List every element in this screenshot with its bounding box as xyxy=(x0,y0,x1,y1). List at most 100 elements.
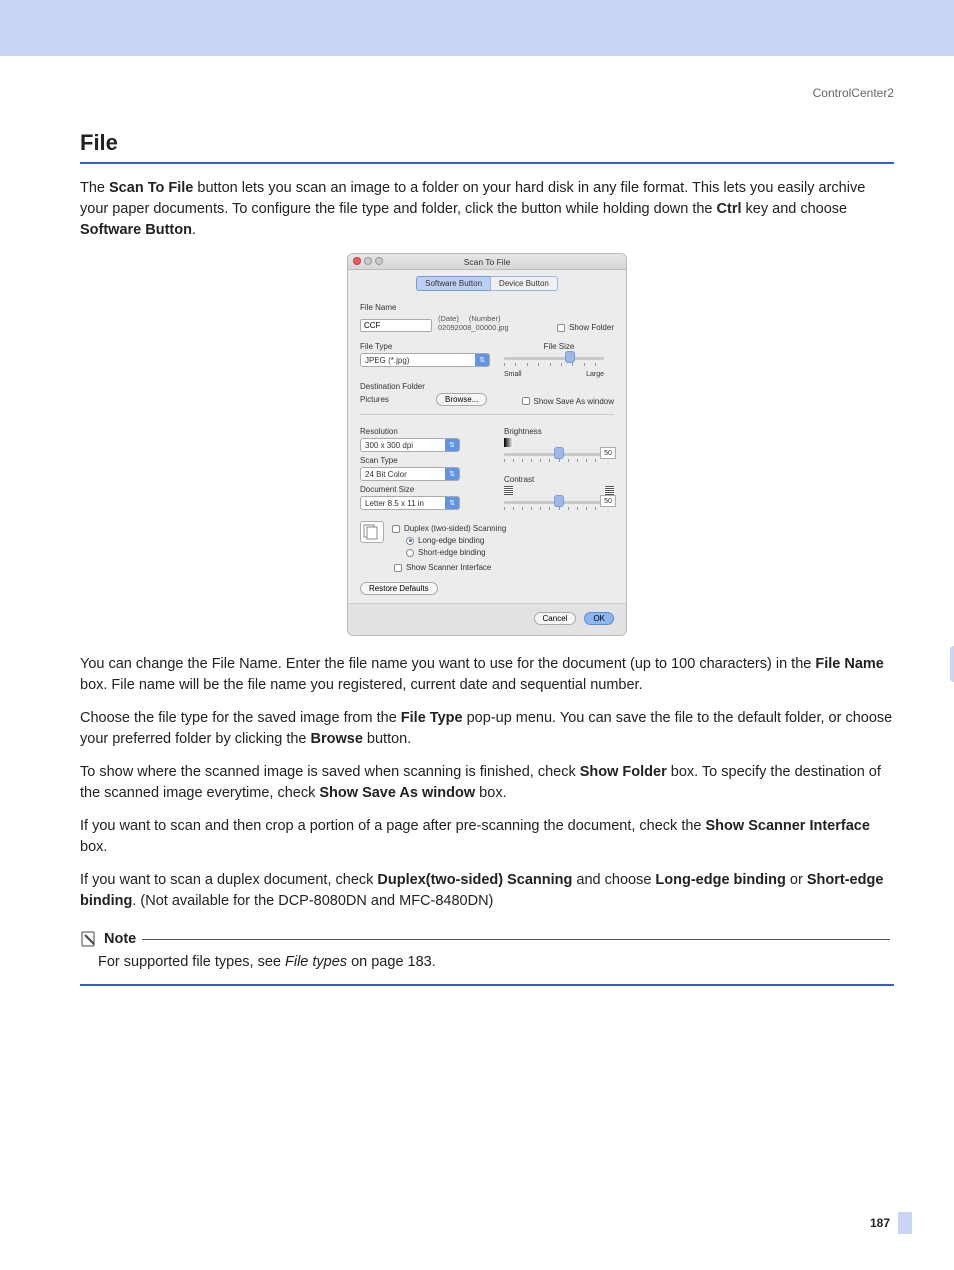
note-icon xyxy=(80,930,98,948)
checkbox-icon xyxy=(522,397,530,405)
duplex-checkbox[interactable]: Duplex (two-sided) Scanning xyxy=(392,524,506,533)
bold: File Type xyxy=(401,710,463,726)
top-band xyxy=(0,0,954,56)
short-edge-radio[interactable]: Short-edge binding xyxy=(406,548,506,557)
bold: File Name xyxy=(815,656,884,672)
text: and choose xyxy=(572,872,655,888)
dialog-titlebar: Scan To File xyxy=(348,254,626,270)
duplex-label: Duplex (two-sided) Scanning xyxy=(404,524,506,533)
document-size-label: Document Size xyxy=(360,485,492,494)
resolution-select[interactable]: 300 x 300 dpi ⇅ xyxy=(360,438,460,452)
text: You can change the File Name. Enter the … xyxy=(80,656,815,672)
text: To show where the scanned image is saved… xyxy=(80,764,580,780)
contrast-high-icon xyxy=(605,486,614,495)
text: on page 183. xyxy=(347,954,436,970)
tab-device-button[interactable]: Device Button xyxy=(490,276,558,291)
page-content: ControlCenter2 File The Scan To File but… xyxy=(0,56,954,1270)
bold: Show Folder xyxy=(580,764,667,780)
close-icon[interactable] xyxy=(353,257,361,265)
tab-row: Software Button Device Button xyxy=(348,270,626,293)
title-rule xyxy=(80,162,894,164)
document-size-select[interactable]: Letter 8.5 x 11 in ⇅ xyxy=(360,496,460,510)
brightness-label: Brightness xyxy=(504,427,614,436)
note-body: For supported file types, see File types… xyxy=(98,954,894,970)
text: box. xyxy=(80,839,107,855)
file-name-label: File Name xyxy=(360,303,614,312)
contrast-label: Contrast xyxy=(504,475,614,484)
file-size-small-label: Small xyxy=(504,371,522,378)
file-size-label: File Size xyxy=(504,342,614,351)
document-size-value: Letter 8.5 x 11 in xyxy=(365,499,424,508)
text: . xyxy=(192,222,196,238)
contrast-value: 50 xyxy=(600,495,616,507)
bold: Ctrl xyxy=(717,201,742,217)
header-app-name: ControlCenter2 xyxy=(80,86,894,100)
bold: Duplex(two-sided) Scanning xyxy=(377,872,572,888)
dialog-footer: Cancel OK xyxy=(348,603,626,635)
dialog-screenshot: Scan To File Software Button Device Butt… xyxy=(80,253,894,636)
chevron-updown-icon: ⇅ xyxy=(445,468,459,480)
show-scanner-interface-label: Show Scanner Interface xyxy=(406,563,491,572)
resolution-label: Resolution xyxy=(360,427,492,436)
restore-defaults-button[interactable]: Restore Defaults xyxy=(360,582,438,595)
filename-example: 02092008_00000.jpg xyxy=(438,323,509,332)
paragraph-filename: You can change the File Name. Enter the … xyxy=(80,654,894,696)
page-number: 187 xyxy=(80,1216,894,1230)
brightness-value: 50 xyxy=(600,447,616,459)
note-title: Note xyxy=(104,931,136,947)
show-save-as-checkbox[interactable]: Show Save As window xyxy=(522,397,615,406)
chapter-tab: 10 xyxy=(950,646,954,682)
text: or xyxy=(786,872,807,888)
resolution-value: 300 x 300 dpi xyxy=(365,441,413,450)
cancel-button[interactable]: Cancel xyxy=(534,612,577,625)
checkbox-icon xyxy=(394,564,402,572)
text: box. xyxy=(475,785,506,801)
contrast-low-icon xyxy=(504,486,513,495)
paragraph-intro: The Scan To File button lets you scan an… xyxy=(80,178,894,241)
paragraph-filetype: Choose the file type for the saved image… xyxy=(80,708,894,750)
italic-reference: File types xyxy=(285,954,347,970)
long-edge-label: Long-edge binding xyxy=(418,536,484,545)
file-name-input[interactable] xyxy=(360,319,432,332)
dest-folder-label: Destination Folder xyxy=(360,382,614,391)
duplex-icon xyxy=(360,521,384,543)
paragraph-showfolder: To show where the scanned image is saved… xyxy=(80,762,894,804)
brightness-slider[interactable]: 50 xyxy=(504,449,614,465)
scan-to-file-dialog: Scan To File Software Button Device Butt… xyxy=(347,253,627,636)
text: button. xyxy=(363,731,411,747)
radio-icon xyxy=(406,537,414,545)
file-type-label: File Type xyxy=(360,342,492,351)
scan-type-label: Scan Type xyxy=(360,456,492,465)
text: key and choose xyxy=(742,201,848,217)
text: box. File name will be the file name you… xyxy=(80,677,643,693)
radio-icon xyxy=(406,549,414,557)
bold: Show Scanner Interface xyxy=(706,818,870,834)
chevron-updown-icon: ⇅ xyxy=(445,497,459,509)
text: . (Not available for the DCP-8080DN and … xyxy=(132,893,493,909)
scan-type-select[interactable]: 24 Bit Color ⇅ xyxy=(360,467,460,481)
long-edge-radio[interactable]: Long-edge binding xyxy=(406,536,506,545)
contrast-slider[interactable]: 50 xyxy=(504,497,614,513)
checkbox-icon xyxy=(392,525,400,533)
checkbox-icon xyxy=(557,324,565,332)
window-controls xyxy=(353,257,383,265)
show-scanner-interface-checkbox[interactable]: Show Scanner Interface xyxy=(394,563,614,572)
chevron-updown-icon: ⇅ xyxy=(445,439,459,451)
bold: Software Button xyxy=(80,222,192,238)
date-hint: (Date) xyxy=(438,314,459,323)
paragraph-scanner-interface: If you want to scan and then crop a port… xyxy=(80,816,894,858)
ok-button[interactable]: OK xyxy=(584,612,614,625)
paragraph-duplex: If you want to scan a duplex document, c… xyxy=(80,870,894,912)
file-size-large-label: Large xyxy=(586,371,604,378)
browse-button[interactable]: Browse... xyxy=(436,393,487,406)
show-folder-label: Show Folder xyxy=(569,323,614,332)
tab-software-button[interactable]: Software Button xyxy=(416,276,490,291)
text: If you want to scan a duplex document, c… xyxy=(80,872,377,888)
zoom-icon[interactable] xyxy=(375,257,383,265)
note-block: Note For supported file types, see File … xyxy=(80,930,894,986)
file-type-select[interactable]: JPEG (*.jpg) ⇅ xyxy=(360,353,490,367)
minimize-icon[interactable] xyxy=(364,257,372,265)
bold: Scan To File xyxy=(109,180,193,196)
file-size-slider[interactable] xyxy=(504,353,614,369)
show-folder-checkbox[interactable]: Show Folder xyxy=(557,323,614,332)
